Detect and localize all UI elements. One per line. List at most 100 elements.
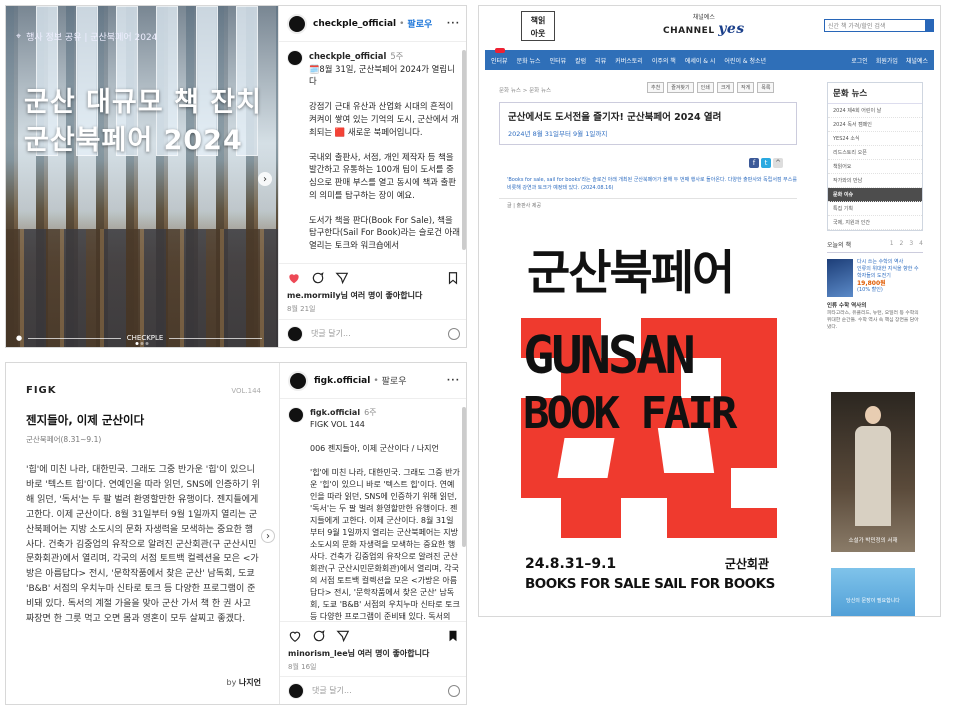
print-button[interactable]: 인쇄 bbox=[696, 82, 714, 93]
sidebar-item[interactable]: 특집 기획 bbox=[828, 202, 922, 216]
culture-news-sidebar: 문화 뉴스 2024 제4회 어린이 날 2024 독서 캠페인 YES24 소… bbox=[827, 82, 923, 231]
likes-user[interactable]: minorism_lee님 bbox=[288, 649, 355, 658]
caption-username[interactable]: checkple_official bbox=[309, 51, 386, 61]
sidebar-item[interactable]: 문화 이슈 bbox=[828, 188, 922, 202]
sidebar-title: 문화 뉴스 bbox=[828, 83, 922, 104]
footer-rule bbox=[169, 337, 262, 339]
comment-input[interactable]: 댓글 달기... bbox=[312, 685, 352, 696]
instagram-post-figk: FIGK VOL.144 젠지들아, 이제 군산이다 군산북페어(8.31~9.… bbox=[5, 362, 467, 705]
likes-user[interactable]: me.mormily님 bbox=[287, 291, 348, 300]
caption-avatar[interactable] bbox=[288, 407, 304, 423]
nav-item[interactable]: 어린이 & 청소년 bbox=[724, 56, 766, 65]
channel-word: CHANNEL bbox=[663, 26, 715, 36]
sidebar-item[interactable]: 국제, 지원과 인간 bbox=[828, 216, 922, 230]
share-icon[interactable] bbox=[335, 271, 349, 285]
bookmark-icon[interactable] bbox=[446, 629, 460, 643]
media-title-line2: 군산북페어 2024 bbox=[24, 125, 243, 156]
nav-item[interactable]: 문화 뉴스 bbox=[517, 56, 541, 65]
post-media-library[interactable]: ⌖ 행사 정보 공유 | 군산북페어 2024 군산 대규모 책 잔치 군산북페… bbox=[6, 6, 278, 347]
article-title: 군산에서도 도서전을 즐기자! 군산북페어 2024 열려 bbox=[508, 112, 722, 123]
nav-item[interactable]: 리뷰 bbox=[595, 56, 606, 65]
ad-banner-writer[interactable]: 소설가 박민정의 서재 bbox=[831, 392, 915, 552]
carousel-dot[interactable] bbox=[135, 342, 139, 345]
heart-icon[interactable] bbox=[287, 271, 301, 285]
font-larger-button[interactable]: 크게 bbox=[716, 82, 735, 93]
share-icon[interactable] bbox=[336, 629, 350, 643]
sidebar-item[interactable]: 작가와의 만남 bbox=[828, 174, 922, 188]
caption-avatar[interactable] bbox=[287, 50, 303, 66]
page-link[interactable]: 3 bbox=[909, 240, 913, 249]
article-subtitle: 2024년 8월 31일부터 9월 1일까지 bbox=[508, 130, 608, 138]
facebook-icon[interactable]: f bbox=[749, 158, 759, 168]
caption-username[interactable]: figk.official bbox=[310, 408, 360, 417]
caption-vol: FIGK VOL 144 bbox=[310, 420, 365, 429]
sidebar-item[interactable]: 책읽어요 bbox=[828, 160, 922, 174]
blurb-text: 피타고라스, 유클리드, 뉴턴, 오일러 등 수학의 위대한 순간들. 수학 역… bbox=[827, 311, 919, 330]
channel-top-label: 채널예스 bbox=[692, 14, 715, 21]
book-cover[interactable] bbox=[827, 259, 853, 297]
sidebar-item[interactable]: 2024 독서 캠페인 bbox=[828, 118, 922, 132]
sidebar-item[interactable]: 2024 제4회 어린이 날 bbox=[828, 104, 922, 118]
avatar[interactable] bbox=[288, 370, 308, 391]
sidebar-item[interactable]: 리드스토리 오픈 bbox=[828, 146, 922, 160]
ad-banner-sky[interactable]: 당신의 문장이 필요합니다 bbox=[831, 568, 915, 616]
breadcrumb[interactable]: 문화 뉴스 > 문화 뉴스 bbox=[499, 86, 551, 94]
chaegilgo-logo[interactable]: 책읽 아웃 bbox=[521, 11, 555, 41]
book-item[interactable]: 다시 쓰는 수학의 역사 인류의 위대한 지식을 향한 수학자들의 도전기 19… bbox=[827, 259, 923, 297]
recommend-button[interactable]: 추천 bbox=[647, 82, 665, 93]
emoji-icon[interactable] bbox=[448, 684, 460, 697]
nav-item[interactable]: 인터뷰 bbox=[550, 56, 567, 65]
more-options-icon[interactable]: ··· bbox=[447, 19, 460, 29]
next-slide-arrow-icon[interactable]: › bbox=[258, 172, 272, 186]
list-button[interactable]: 목록 bbox=[757, 82, 775, 93]
next-slide-arrow-icon[interactable]: › bbox=[261, 529, 275, 543]
carousel-dot[interactable] bbox=[145, 342, 149, 345]
search-icon[interactable] bbox=[925, 19, 934, 32]
page-link[interactable]: 1 bbox=[890, 240, 894, 249]
likes-line: me.mormily님 여러 명이 좋아합니다 bbox=[287, 290, 460, 301]
follow-button[interactable]: 팔로우 bbox=[407, 17, 432, 30]
book-title[interactable]: 다시 쓰는 수학의 역사 bbox=[857, 259, 923, 266]
footer-brand: CHECKPLE bbox=[126, 334, 164, 342]
article-header: 군산에서도 도서전을 즐기자! 군산북페어 2024 열려 2024년 8월 3… bbox=[499, 102, 797, 145]
ad-caption: 소설가 박민정의 서재 bbox=[848, 538, 898, 545]
header-username[interactable]: checkple_official bbox=[313, 19, 396, 29]
comment-icon[interactable] bbox=[311, 271, 325, 285]
poster-slogan: BOOKS FOR SALE SAIL FOR BOOKS bbox=[525, 576, 775, 592]
nav-item[interactable]: 인터뷰 bbox=[491, 47, 508, 65]
scrollbar[interactable] bbox=[462, 407, 466, 547]
channel-yes-logo[interactable]: 채널예스 CHANNEL yes bbox=[663, 12, 745, 37]
home-link[interactable]: 채널예스 bbox=[906, 56, 928, 65]
nav-item[interactable]: 이주의 책 bbox=[652, 56, 676, 65]
checker-square bbox=[557, 438, 615, 478]
avatar[interactable] bbox=[287, 13, 307, 34]
heart-icon[interactable] bbox=[288, 629, 302, 643]
bookmark-icon[interactable] bbox=[446, 271, 460, 285]
figk-body: '힙'에 미친 나라, 대한민국. 그래도 그중 반가운 '힙'이 있으니 바로… bbox=[26, 465, 260, 625]
signup-link[interactable]: 회원가입 bbox=[876, 56, 898, 65]
comment-icon[interactable] bbox=[312, 629, 326, 643]
page-link[interactable]: 2 bbox=[900, 240, 904, 249]
likes-count[interactable]: 여러 명이 좋아합니다 bbox=[351, 291, 423, 300]
likes-count[interactable]: 여러 명이 좋아합니다 bbox=[358, 649, 430, 658]
carousel-dot[interactable] bbox=[140, 342, 144, 345]
emoji-icon[interactable] bbox=[448, 327, 460, 340]
sidebar-item[interactable]: YES24 소식 bbox=[828, 132, 922, 146]
nav-item[interactable]: 에세이 & 시 bbox=[685, 56, 716, 65]
header-username[interactable]: figk.official bbox=[314, 376, 370, 386]
separator-dot: • bbox=[373, 375, 379, 386]
twitter-icon[interactable]: t bbox=[761, 158, 771, 168]
nav-item[interactable]: 커버스토리 bbox=[615, 56, 643, 65]
comment-input[interactable]: 댓글 달기... bbox=[311, 328, 351, 339]
more-options-icon[interactable]: ··· bbox=[447, 376, 460, 386]
page-link[interactable]: 4 bbox=[919, 240, 923, 249]
nav-item[interactable]: 칼럼 bbox=[575, 56, 586, 65]
follow-button[interactable]: 팔로우 bbox=[382, 374, 407, 387]
favorite-button[interactable]: 즐겨찾기 bbox=[667, 82, 694, 93]
font-smaller-button[interactable]: 작게 bbox=[737, 82, 755, 93]
scrollbar[interactable] bbox=[462, 50, 466, 250]
figk-article[interactable]: FIGK VOL.144 젠지들아, 이제 군산이다 군산북페어(8.31~9.… bbox=[6, 363, 279, 704]
collapse-icon[interactable]: ^ bbox=[773, 158, 783, 168]
search-input[interactable]: 신간 책 가격/할인 검색 bbox=[824, 19, 926, 32]
login-link[interactable]: 로그인 bbox=[851, 56, 868, 65]
